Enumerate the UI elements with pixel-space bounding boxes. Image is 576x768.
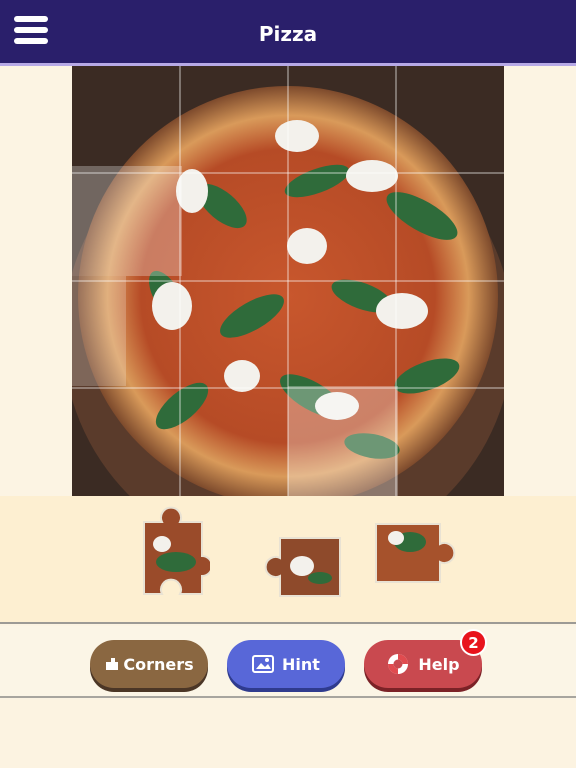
- puzzle-piece[interactable]: [372, 518, 466, 588]
- footer-area: [0, 700, 576, 768]
- puzzle-board[interactable]: [72, 66, 504, 496]
- puzzle-piece[interactable]: [138, 504, 210, 616]
- piece-tray: [0, 496, 576, 624]
- corners-button[interactable]: Corners: [90, 640, 208, 688]
- corners-label: Corners: [123, 654, 194, 674]
- help-label: Help: [418, 654, 460, 674]
- page-title: Pizza: [258, 22, 318, 46]
- header-bar: Pizza: [0, 0, 576, 66]
- lifebuoy-icon: [388, 654, 409, 674]
- puzzle-corner-icon: [106, 658, 119, 670]
- help-count-badge: 2: [460, 629, 487, 656]
- hint-label: Hint: [282, 654, 320, 674]
- hint-button[interactable]: Hint: [227, 640, 345, 688]
- puzzle-piece[interactable]: [258, 532, 350, 604]
- pizza-image: [72, 66, 504, 496]
- image-icon: [252, 655, 275, 673]
